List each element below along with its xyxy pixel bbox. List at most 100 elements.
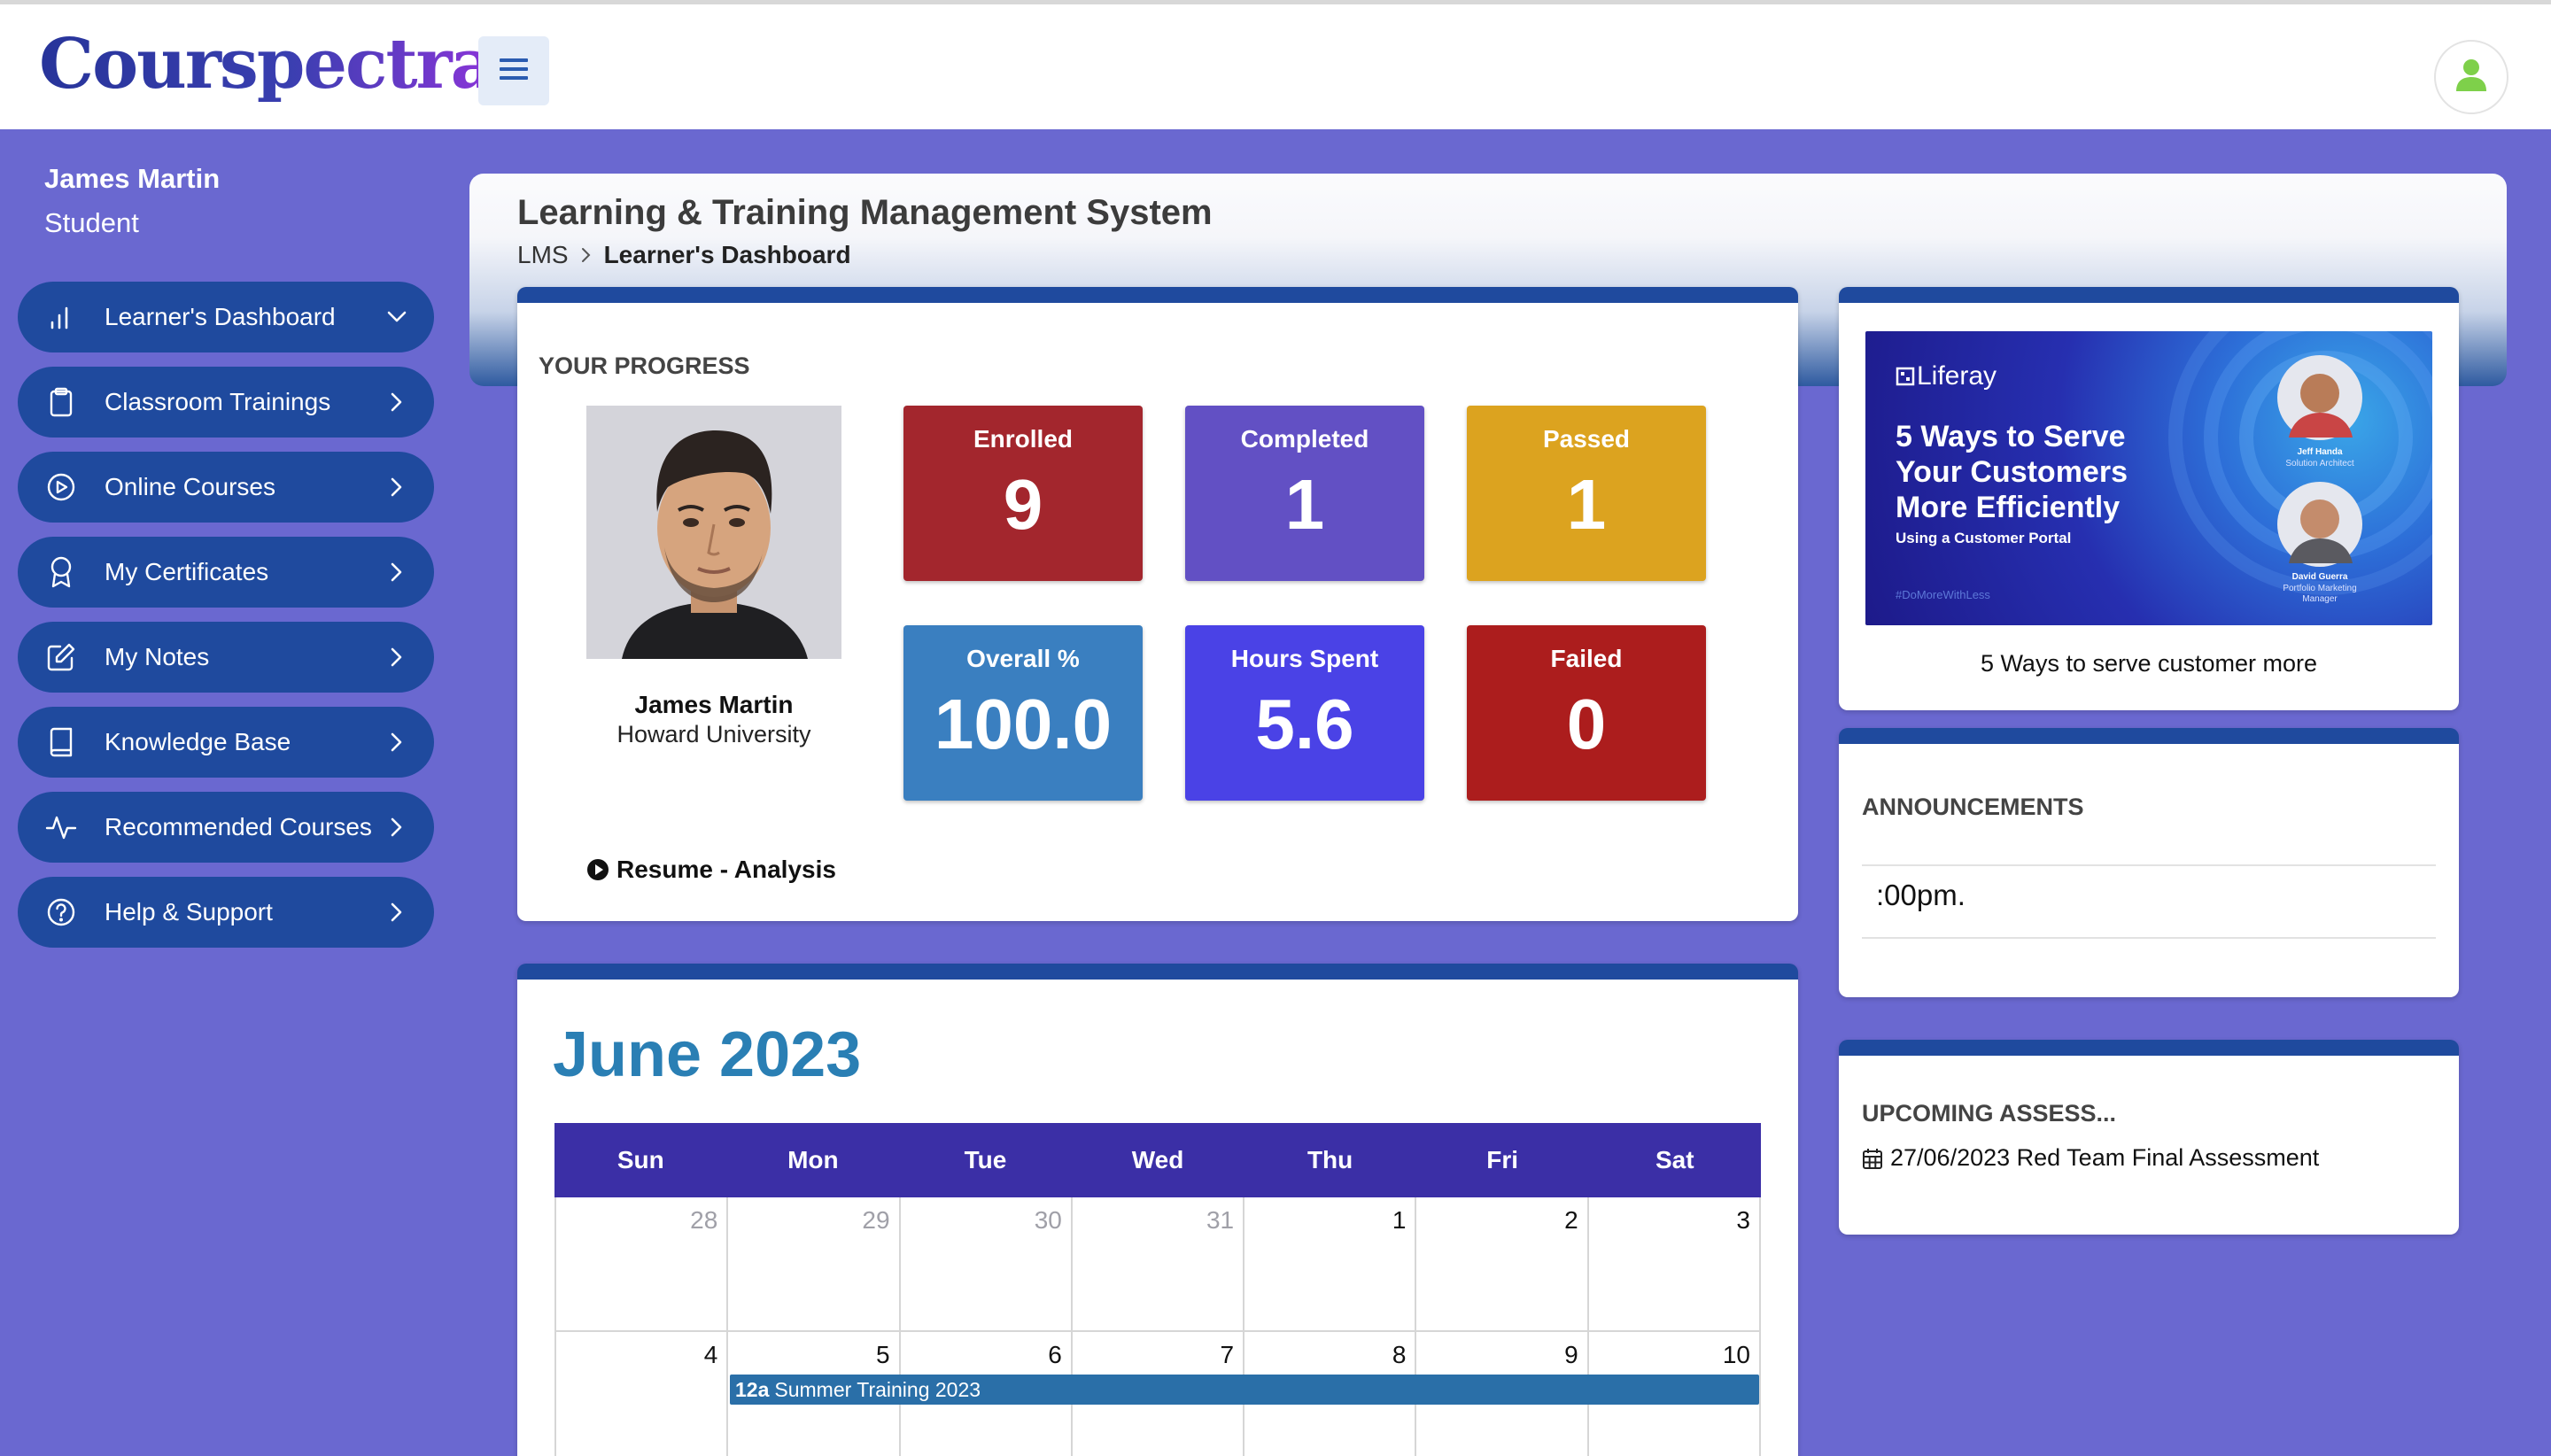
menu-toggle-button[interactable]	[478, 36, 549, 105]
divider	[1862, 937, 2436, 939]
stat-failed[interactable]: Failed 0	[1467, 625, 1706, 801]
calendar-day[interactable]: 31	[1072, 1197, 1245, 1332]
calendar-day[interactable]: 3	[1588, 1197, 1761, 1332]
sidebar-item-my-notes[interactable]: My Notes	[18, 622, 434, 693]
webinar-caption[interactable]: 5 Ways to serve customer more	[1839, 650, 2459, 678]
sidebar-item-my-certificates[interactable]: My Certificates	[18, 537, 434, 608]
weekday-label: Fri	[1486, 1146, 1519, 1173]
event-title: Summer Training 2023	[774, 1377, 981, 1401]
profile-button[interactable]	[2434, 40, 2508, 114]
sidebar-nav: Learner's Dashboard Classroom Trainings …	[18, 282, 434, 962]
stat-value: 9	[1003, 465, 1043, 544]
bar-chart-icon	[44, 300, 78, 334]
stat-value: 1	[1284, 465, 1325, 544]
sidebar-item-learners-dashboard[interactable]: Learner's Dashboard	[18, 282, 434, 352]
resume-analysis-link[interactable]: Resume - Analysis	[586, 856, 836, 884]
stat-label: Hours Spent	[1230, 645, 1379, 672]
chevron-right-icon	[386, 476, 407, 498]
progress-card: YOUR PROGRESS James Martin Howard Univer…	[517, 287, 1798, 921]
chevron-right-icon	[386, 647, 407, 668]
weekday-label: Tue	[964, 1146, 1007, 1173]
stat-label: Enrolled	[973, 425, 1073, 453]
sidebar-item-label: Knowledge Base	[105, 728, 291, 755]
webinar-headline-2: Your Customers	[1896, 455, 2128, 489]
stat-value: 1	[1566, 465, 1607, 544]
calendar-card: June 2023 Sun Mon Tue Wed Thu Fri Sat 28…	[517, 964, 1798, 1456]
calendar-grid: Sun Mon Tue Wed Thu Fri Sat 28 29 30 31 …	[554, 1123, 1761, 1456]
sidebar-item-label: My Certificates	[105, 558, 269, 585]
calendar-day[interactable]: 28	[556, 1197, 729, 1332]
calendar-weekday-header: Sun Mon Tue Wed Thu Fri Sat	[554, 1123, 1761, 1197]
announcements-card: ANNOUNCEMENTS :00pm.	[1839, 728, 2459, 997]
assessment-item[interactable]: 27/06/2023 Red Team Final Assessment	[1862, 1144, 2319, 1172]
student-name: James Martin	[634, 691, 794, 718]
webinar-banner-image[interactable]: Liferay 5 Ways to Serve Your Customers M…	[1865, 331, 2432, 625]
activity-icon	[44, 810, 78, 844]
calendar-day[interactable]: 4	[556, 1332, 729, 1456]
calendar-title: June 2023	[553, 1019, 862, 1090]
chevron-right-icon	[386, 902, 407, 923]
weekday-label: Mon	[787, 1146, 839, 1173]
calendar-day[interactable]: 2	[1416, 1197, 1589, 1332]
sidebar-item-label: Online Courses	[105, 473, 275, 500]
play-circle-icon	[44, 470, 78, 504]
sidebar-item-knowledge-base[interactable]: Knowledge Base	[18, 707, 434, 778]
chevron-right-icon	[386, 391, 407, 413]
webinar-hashtag: #DoMoreWithLess	[1896, 588, 1990, 601]
speaker2-title-2: Manager	[2302, 594, 2338, 604]
stat-passed[interactable]: Passed 1	[1467, 406, 1706, 581]
book-icon	[44, 725, 78, 759]
sidebar-item-recommended-courses[interactable]: Recommended Courses	[18, 792, 434, 863]
calendar-day[interactable]: 29	[728, 1197, 901, 1332]
sidebar-item-classroom-trainings[interactable]: Classroom Trainings	[18, 367, 434, 438]
calendar-event[interactable]: 12a Summer Training 2023	[730, 1375, 1759, 1405]
webinar-headline-1: 5 Ways to Serve	[1896, 420, 2126, 453]
calendar-week: 28 29 30 31 1 2 3	[554, 1197, 1761, 1332]
stat-label: Failed	[1550, 645, 1623, 672]
student-photo	[586, 406, 841, 659]
chevron-right-icon	[386, 732, 407, 753]
stat-completed[interactable]: Completed 1	[1185, 406, 1424, 581]
breadcrumb-current: Learner's Dashboard	[603, 241, 851, 268]
weekday-label: Sat	[1655, 1146, 1694, 1173]
stat-label: Overall %	[966, 645, 1080, 672]
stat-overall-percent[interactable]: Overall % 100.0	[903, 625, 1143, 801]
speaker1-title: Solution Architect	[2285, 459, 2354, 469]
announcements-heading: ANNOUNCEMENTS	[1862, 794, 2084, 820]
announcement-item: :00pm.	[1876, 879, 1966, 911]
stat-label: Completed	[1240, 425, 1369, 453]
upcoming-heading: UPCOMING ASSESS...	[1862, 1100, 2117, 1127]
award-icon	[44, 555, 78, 589]
sidebar-item-help-support[interactable]: Help & Support	[18, 877, 434, 948]
event-time: 12a	[735, 1377, 770, 1401]
breadcrumb-separator-icon	[581, 247, 592, 263]
sidebar-user-role: Student	[44, 207, 139, 238]
divider	[1862, 864, 2436, 866]
webinar-brand: Liferay	[1917, 361, 1997, 391]
breadcrumb-root[interactable]: LMS	[517, 241, 569, 269]
chevron-down-icon	[386, 306, 407, 328]
page-title: Learning & Training Management System	[517, 193, 1213, 232]
speaker1-name: Jeff Handa	[2297, 447, 2343, 457]
sidebar-item-online-courses[interactable]: Online Courses	[18, 452, 434, 523]
sidebar-item-label: Help & Support	[105, 898, 273, 925]
webinar-subtitle: Using a Customer Portal	[1896, 530, 2072, 546]
student-university: Howard University	[616, 721, 811, 747]
progress-heading: YOUR PROGRESS	[539, 352, 750, 379]
top-header: Courspectra	[0, 0, 2551, 129]
clipboard-icon	[44, 385, 78, 419]
webinar-card: Liferay 5 Ways to Serve Your Customers M…	[1839, 287, 2459, 710]
sidebar-item-label: Learner's Dashboard	[105, 303, 336, 330]
stat-hours-spent[interactable]: Hours Spent 5.6	[1185, 625, 1424, 801]
play-circle-filled-icon	[587, 859, 609, 880]
calendar-day[interactable]: 30	[900, 1197, 1073, 1332]
stat-value: 5.6	[1255, 685, 1354, 763]
weekday-label: Thu	[1307, 1146, 1353, 1173]
app-logo[interactable]: Courspectra	[39, 24, 495, 105]
sidebar-item-label: My Notes	[105, 643, 210, 670]
calendar-week: 4 5 6 7 8 9 10 12a Summer Training 2023	[554, 1332, 1761, 1456]
chevron-right-icon	[386, 817, 407, 838]
calendar-day[interactable]: 1	[1244, 1197, 1417, 1332]
stat-label: Passed	[1542, 425, 1631, 453]
stat-enrolled[interactable]: Enrolled 9	[903, 406, 1143, 581]
